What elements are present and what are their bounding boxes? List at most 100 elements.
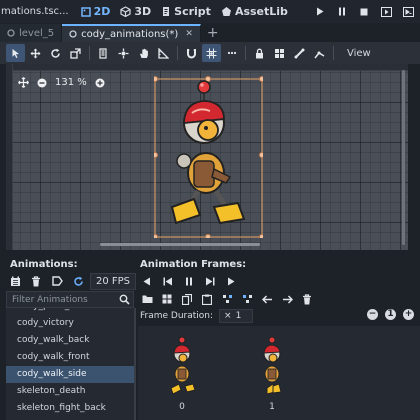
delete-animation-button[interactable] — [27, 273, 45, 289]
play-scene-button[interactable] — [378, 4, 394, 20]
frame-duration-input[interactable]: × 1 — [219, 309, 254, 323]
ruler-tool-button[interactable] — [154, 44, 173, 62]
more-icon — [227, 51, 236, 55]
viewport-vertical-scrollbar[interactable] — [402, 70, 405, 245]
insert-after-button[interactable] — [238, 291, 256, 307]
list-item[interactable]: cody_walk_front — [6, 349, 134, 366]
play-custom-button[interactable] — [400, 4, 416, 20]
pivot-tool-button[interactable] — [114, 44, 133, 62]
insert-before-button[interactable] — [218, 291, 236, 307]
zoom-controls: 131 % — [18, 77, 105, 88]
zoom-level[interactable]: 131 % — [55, 77, 87, 88]
frame-index: 1 — [269, 402, 275, 412]
workspace-tab-script[interactable]: Script — [156, 0, 216, 23]
play-animation-button[interactable] — [222, 273, 240, 289]
move-frame-left-button[interactable] — [258, 291, 276, 307]
workspace-tab-assetlib[interactable]: AssetLib — [216, 0, 293, 23]
pan-tool-button[interactable] — [134, 44, 153, 62]
view-menu-button[interactable]: View — [341, 48, 377, 59]
viewport-horizontal-scrollbar[interactable] — [100, 243, 260, 246]
cody-robot-character — [170, 80, 246, 225]
move-tool-button[interactable] — [26, 44, 45, 62]
rotate-tool-button[interactable] — [46, 44, 65, 62]
frame-sprite-image — [170, 336, 196, 395]
list-item[interactable]: cody_victory — [6, 315, 134, 332]
group-button[interactable] — [270, 44, 289, 62]
move-icon — [30, 48, 41, 58]
filter-animations-input[interactable]: Filter Animations — [6, 291, 134, 308]
horizontal-ruler — [6, 64, 408, 71]
pause-animation-button[interactable] — [180, 273, 198, 289]
workspace-tab-2d[interactable]: 2D — [76, 0, 116, 23]
list-item[interactable]: cody_walk_back — [6, 332, 134, 349]
workspace-label: 3D — [134, 5, 152, 18]
select-tool-button[interactable] — [6, 44, 25, 62]
animation-looping-button[interactable] — [48, 273, 66, 289]
center-view-icon[interactable] — [18, 77, 29, 88]
skip-back-icon — [163, 277, 172, 285]
add-scene-tab-button[interactable]: + — [201, 24, 225, 42]
window-title: mations.tsc... — [1, 6, 69, 17]
animated-sprite[interactable] — [152, 73, 265, 240]
bone-button[interactable] — [290, 44, 309, 62]
snap-toggle-button[interactable] — [182, 44, 201, 62]
frames-zoom-in-button[interactable]: + — [403, 309, 414, 320]
frames-zoom-out-button[interactable]: − — [367, 309, 378, 320]
zoom-in-icon[interactable] — [95, 78, 105, 88]
play-backwards-button[interactable] — [138, 273, 156, 289]
add-frames-sheet-button[interactable] — [158, 291, 176, 307]
list-item[interactable]: skeleton_fight_back — [6, 400, 134, 417]
frames-zoom-reset-button[interactable]: 1 — [385, 309, 396, 320]
arrow-left-icon — [261, 294, 272, 304]
skeleton-button[interactable] — [310, 44, 329, 62]
tag-icon — [51, 276, 63, 286]
play-icon — [317, 7, 324, 16]
fps-spinbox[interactable]: 20 FPS — [90, 272, 137, 290]
zoom-out-icon[interactable] — [37, 78, 47, 88]
autoplay-button[interactable] — [69, 273, 87, 289]
copy-frame-button[interactable] — [178, 291, 196, 307]
scale-icon — [70, 47, 81, 59]
scene-tab-label: cody_animations(*) — [81, 28, 179, 40]
skeleton-icon — [314, 51, 325, 58]
scene-tab-level-5[interactable]: level_5 — [0, 24, 63, 42]
workspace-tab-3d[interactable]: 3D — [115, 0, 156, 23]
lock-button[interactable] — [250, 44, 269, 62]
list-item[interactable]: skeleton_death — [6, 383, 134, 400]
list-select-button[interactable] — [94, 44, 113, 62]
move-frame-right-button[interactable] — [278, 291, 296, 307]
add-frame-file-button[interactable] — [138, 291, 156, 307]
paste-frame-button[interactable] — [198, 291, 216, 307]
list-item-selected[interactable]: cody_walk_side — [6, 366, 134, 383]
insert-after-icon — [242, 295, 252, 303]
snap-toggle-icon — [187, 48, 196, 58]
animations-list[interactable]: cody_push_button cody_victory cody_walk_… — [6, 308, 134, 420]
frames-edit-toolbar — [138, 291, 316, 307]
animations-list-scrollbar[interactable] — [134, 308, 136, 420]
search-icon — [119, 294, 130, 305]
stop-button[interactable] — [356, 4, 372, 20]
scene-tab-cody-animations[interactable]: cody_animations(*) ✕ — [62, 24, 201, 42]
pause-icon — [186, 277, 192, 285]
grid-snap-button[interactable] — [202, 44, 221, 62]
play-backwards-from-end-button[interactable] — [159, 273, 177, 289]
delete-frame-button[interactable] — [298, 291, 316, 307]
play-from-start-button[interactable] — [201, 273, 219, 289]
list-item[interactable]: cody_push_button — [6, 308, 134, 315]
frame-thumbnail[interactable]: 0 — [142, 334, 222, 420]
grid-snap-icon — [206, 48, 217, 58]
duration-value: 1 — [235, 311, 242, 321]
pause-button[interactable] — [334, 4, 350, 20]
scale-tool-button[interactable] — [66, 44, 85, 62]
new-animation-button[interactable] — [6, 273, 24, 289]
trash-icon — [303, 293, 311, 304]
toolbar-divider — [89, 46, 90, 60]
panel-divider[interactable] — [0, 251, 420, 255]
snap-options-button[interactable] — [222, 44, 241, 62]
frame-thumbnail[interactable]: 1 — [232, 334, 312, 420]
play-button[interactable] — [312, 4, 328, 20]
frames-grid[interactable]: 0 1 — [138, 326, 420, 420]
toolbar-divider — [245, 46, 246, 60]
close-tab-icon[interactable]: ✕ — [185, 29, 193, 39]
ruler-icon — [158, 47, 169, 59]
